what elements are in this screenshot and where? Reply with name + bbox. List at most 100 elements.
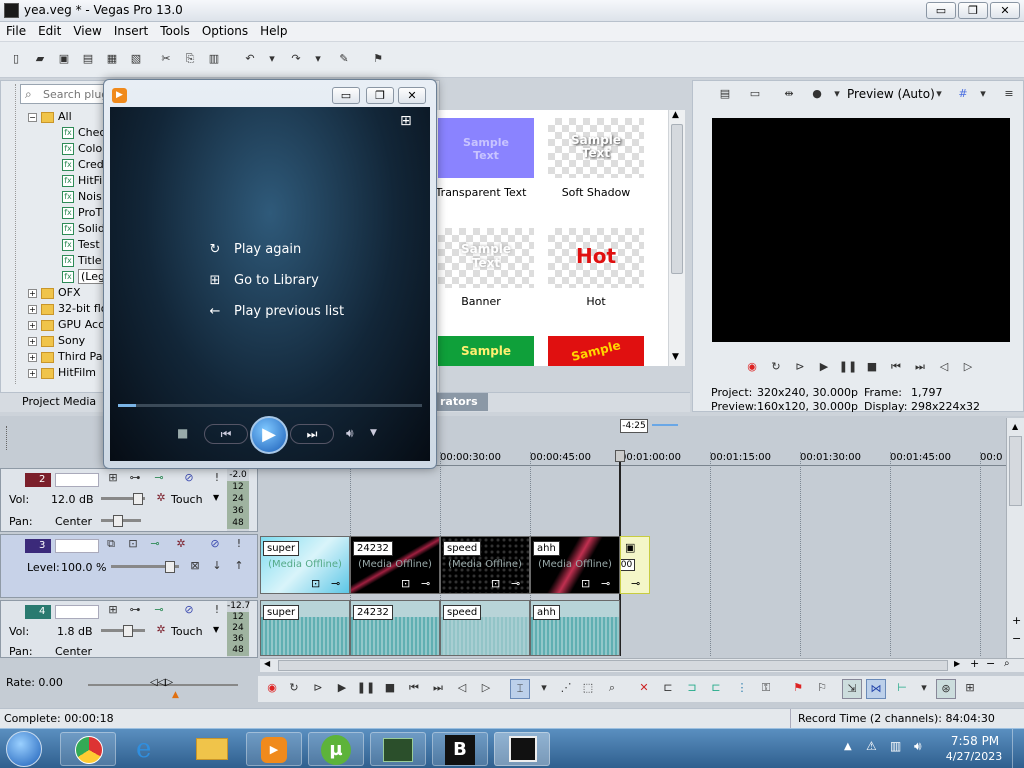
properties-icon[interactable]: ▧ — [126, 50, 146, 70]
copy-icon[interactable]: ⎘ — [180, 50, 200, 70]
go-to-library-item[interactable]: ⊞ Go to Library — [206, 273, 319, 288]
audio-clip[interactable]: super — [260, 600, 350, 656]
maximize-button[interactable]: ❐ — [958, 2, 988, 19]
show-desktop-button[interactable] — [1012, 729, 1024, 768]
tree-item-selected[interactable]: fx (Leg — [62, 269, 108, 286]
play-previous-list-item[interactable]: ← Play previous list — [206, 304, 345, 319]
tree-folder[interactable]: + Sony — [28, 334, 85, 350]
track-header-audio[interactable]: 4 ⊞ ⊶ ⊸ ⊘ ! Vol: 1.8 dB ✲ Touch ▼ Pan: C… — [0, 600, 258, 658]
tree-item[interactable]: fx Cred — [62, 158, 104, 174]
scroll-up-icon[interactable]: ▲ — [1012, 422, 1018, 431]
expand-icon[interactable]: + — [28, 288, 37, 298]
tray-expand-icon[interactable]: ▲ — [844, 741, 852, 752]
fade-color-icon[interactable]: ⊠ — [185, 557, 205, 577]
maximize-button[interactable]: ❐ — [366, 87, 394, 104]
preset-thumbnail[interactable]: Sample Text — [548, 118, 644, 178]
chevron-down-icon[interactable]: ▾ — [534, 679, 554, 699]
chevron-down-icon[interactable]: ▾ — [973, 85, 993, 105]
zoom-out-icon[interactable]: − — [1012, 632, 1021, 645]
tab-media-generators[interactable]: rators — [434, 393, 488, 411]
video-clip[interactable]: 24232 (Media Offline) ⊡ ⊸ — [350, 536, 440, 594]
minimize-button[interactable]: ▭ — [926, 2, 956, 19]
solo-icon[interactable]: ! — [207, 601, 227, 621]
zoom-tool-icon[interactable]: ⌕ — [602, 679, 622, 699]
parent-track-icon[interactable]: ↑ — [229, 557, 249, 577]
tree-item[interactable]: fx Nois — [62, 190, 102, 206]
play-from-start-icon[interactable]: ⊳ — [308, 679, 328, 699]
play-icon[interactable]: ▶ — [332, 679, 352, 699]
event-fx-icon[interactable]: ⊸ — [421, 577, 430, 590]
lock-icon[interactable]: ⚿ — [756, 679, 776, 699]
stop-icon[interactable]: ■ — [380, 679, 400, 699]
next-track-icon[interactable]: ⏭ — [290, 424, 334, 444]
taskbar-chrome[interactable] — [60, 732, 116, 766]
save-icon[interactable]: ▣ — [54, 50, 74, 70]
solo-icon[interactable]: ! — [229, 535, 249, 555]
tree-folder[interactable]: + HitFilm — [28, 366, 96, 382]
close-button[interactable]: ✕ — [990, 2, 1020, 19]
audio-clip[interactable]: ahh — [530, 600, 620, 656]
preset-thumbnail[interactable]: Sample — [438, 336, 534, 366]
network-warning-icon[interactable]: ⚠ — [866, 739, 877, 753]
overlays-grid-icon[interactable]: # — [953, 85, 973, 105]
preset-thumbnail[interactable]: Sample Text — [438, 228, 534, 288]
marker-icon[interactable]: ⚑ — [788, 679, 808, 699]
automation-mode[interactable]: Touch — [171, 493, 203, 506]
tree-folder[interactable]: + GPU Acc — [28, 318, 104, 334]
open-folder-icon[interactable]: ▰ — [30, 50, 50, 70]
go-to-start-icon[interactable]: ⏮ — [404, 679, 424, 699]
volume-slider-thumb[interactable] — [123, 625, 133, 637]
zoom-in-icon[interactable]: + — [970, 657, 979, 670]
auto-ripple-icon[interactable]: ⊢ — [892, 679, 912, 699]
seek-bar[interactable] — [118, 404, 422, 407]
chevron-down-icon[interactable]: ▼ — [370, 428, 377, 438]
expand-icon[interactable]: + — [28, 352, 37, 362]
mute-icon[interactable]: ⊘ — [179, 601, 199, 621]
go-to-end-icon[interactable]: ⏭ — [910, 358, 930, 378]
menu-view[interactable]: View — [67, 22, 107, 38]
preset-thumbnail[interactable]: Hot — [548, 228, 644, 288]
expand-icon[interactable]: + — [28, 336, 37, 346]
track-header-audio[interactable]: 2 ⊞ ⊶ ⊸ ⊘ ! Vol: 12.0 dB ✲ Touch ▼ Pan: … — [0, 468, 258, 532]
tree-item-all[interactable]: − All — [28, 110, 72, 126]
track-fx-chain-icon[interactable]: ⊸ — [149, 601, 169, 621]
scroll-left-icon[interactable]: ◀ — [264, 659, 270, 668]
menu-help[interactable]: Help — [254, 22, 293, 38]
scroll-right-icon[interactable]: ▶ — [954, 659, 960, 668]
audio-clip[interactable]: 24232 — [350, 600, 440, 656]
volume-icon[interactable]: 🔊︎ — [914, 739, 922, 754]
gallery-scrollbar[interactable]: ▲ ▼ — [668, 110, 685, 366]
menu-edit[interactable]: Edit — [32, 22, 67, 38]
scroll-down-icon[interactable]: ▼ — [672, 352, 679, 362]
chevron-down-icon[interactable]: ▾ — [827, 85, 847, 105]
previous-track-icon[interactable]: ⏮ — [204, 424, 248, 444]
stop-icon[interactable]: ■ — [177, 426, 188, 440]
automation-gear-icon[interactable]: ✲ — [151, 621, 171, 641]
search-box[interactable]: ⌕ — [20, 84, 110, 104]
audio-clip[interactable]: speed — [440, 600, 530, 656]
track-fx-icon[interactable]: ⊞ — [103, 601, 123, 621]
redo-icon[interactable]: ↷ — [286, 50, 306, 70]
composite-mode-icon[interactable]: ⧉ — [101, 535, 121, 555]
cut-icon[interactable]: ✂ — [156, 50, 176, 70]
play-again-item[interactable]: ↻ Play again — [206, 242, 302, 257]
automation-mode[interactable]: Touch — [171, 625, 203, 638]
video-clip[interactable]: speed (Media Offline) ⊡ ⊸ — [440, 536, 530, 594]
scroll-thumb[interactable] — [671, 124, 683, 274]
undo-dropdown-icon[interactable]: ▾ — [262, 50, 282, 70]
preview-quality-icon[interactable]: ● — [807, 85, 827, 105]
timeline-vertical-scrollbar[interactable]: ▲ + − — [1006, 418, 1024, 658]
event-fx-icon[interactable]: ⊸ — [631, 577, 640, 590]
play-icon[interactable]: ▶ — [814, 358, 834, 378]
preview-mode-dropdown[interactable]: Preview (Auto) — [847, 87, 935, 101]
automation-gear-icon[interactable]: ✲ — [151, 489, 171, 509]
loop-icon[interactable]: ↻ — [284, 679, 304, 699]
taskbar-update-checker[interactable]: B — [432, 732, 488, 766]
clock-date[interactable]: 4/27/2023 — [944, 750, 1004, 763]
trim-start-icon[interactable]: ⊐ — [682, 679, 702, 699]
close-button[interactable]: ✕ — [398, 87, 426, 104]
tree-item[interactable]: fx Title — [62, 254, 102, 270]
track-fx-icon[interactable]: ⊞ — [103, 469, 123, 489]
zoom-out-icon[interactable]: − — [986, 657, 995, 670]
go-to-start-icon[interactable]: ⏮ — [886, 358, 906, 378]
